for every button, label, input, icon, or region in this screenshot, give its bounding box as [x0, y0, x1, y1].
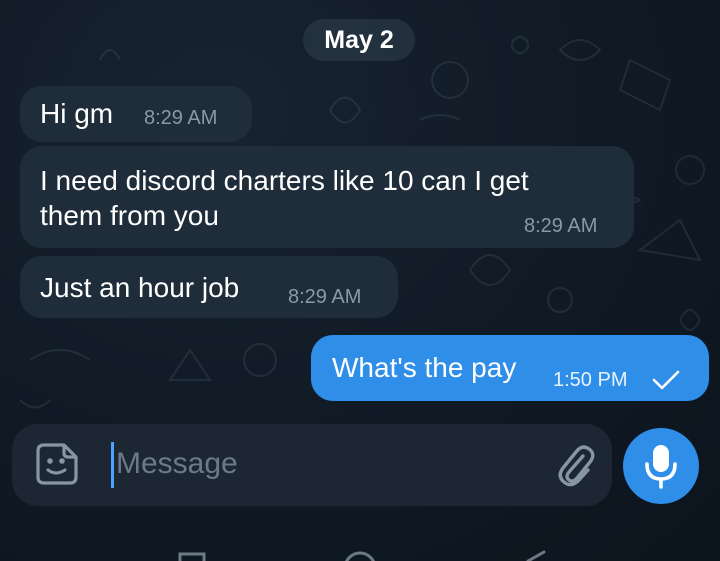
recent-apps-icon [178, 552, 206, 561]
message-time: 8:29 AM [144, 107, 218, 129]
message-text: Just an hour job [40, 272, 240, 303]
message-text-line: them from you [40, 200, 219, 231]
message-text: Hi gm [40, 98, 114, 129]
message-bubble-incoming[interactable]: Just an hour job 8:29 AM [20, 256, 398, 318]
message-time: 8:29 AM [288, 286, 362, 308]
paperclip-icon[interactable] [552, 442, 600, 490]
message-bubble-incoming[interactable]: I need discord charters like 10 can I ge… [20, 146, 634, 248]
message-time: 8:29 AM [524, 215, 598, 237]
message-text: What's the pay [332, 352, 517, 383]
microphone-icon [645, 445, 677, 489]
system-navigation-bar [178, 550, 546, 561]
date-separator: May 2 [303, 19, 415, 61]
message-time: 1:50 PM [553, 369, 628, 391]
message-bubble-outgoing[interactable]: What's the pay 1:50 PM [311, 335, 709, 401]
home-icon [345, 551, 375, 561]
back-icon [526, 550, 546, 561]
sticker-icon[interactable] [34, 441, 80, 487]
message-composer [12, 424, 612, 506]
message-bubble-incoming[interactable]: Hi gm 8:29 AM [20, 86, 252, 142]
check-icon [652, 370, 680, 390]
message-input[interactable] [112, 438, 516, 490]
date-label: May 2 [324, 25, 394, 54]
voice-record-button[interactable] [623, 428, 699, 504]
message-text-line: I need discord charters like 10 can I ge… [40, 165, 529, 196]
